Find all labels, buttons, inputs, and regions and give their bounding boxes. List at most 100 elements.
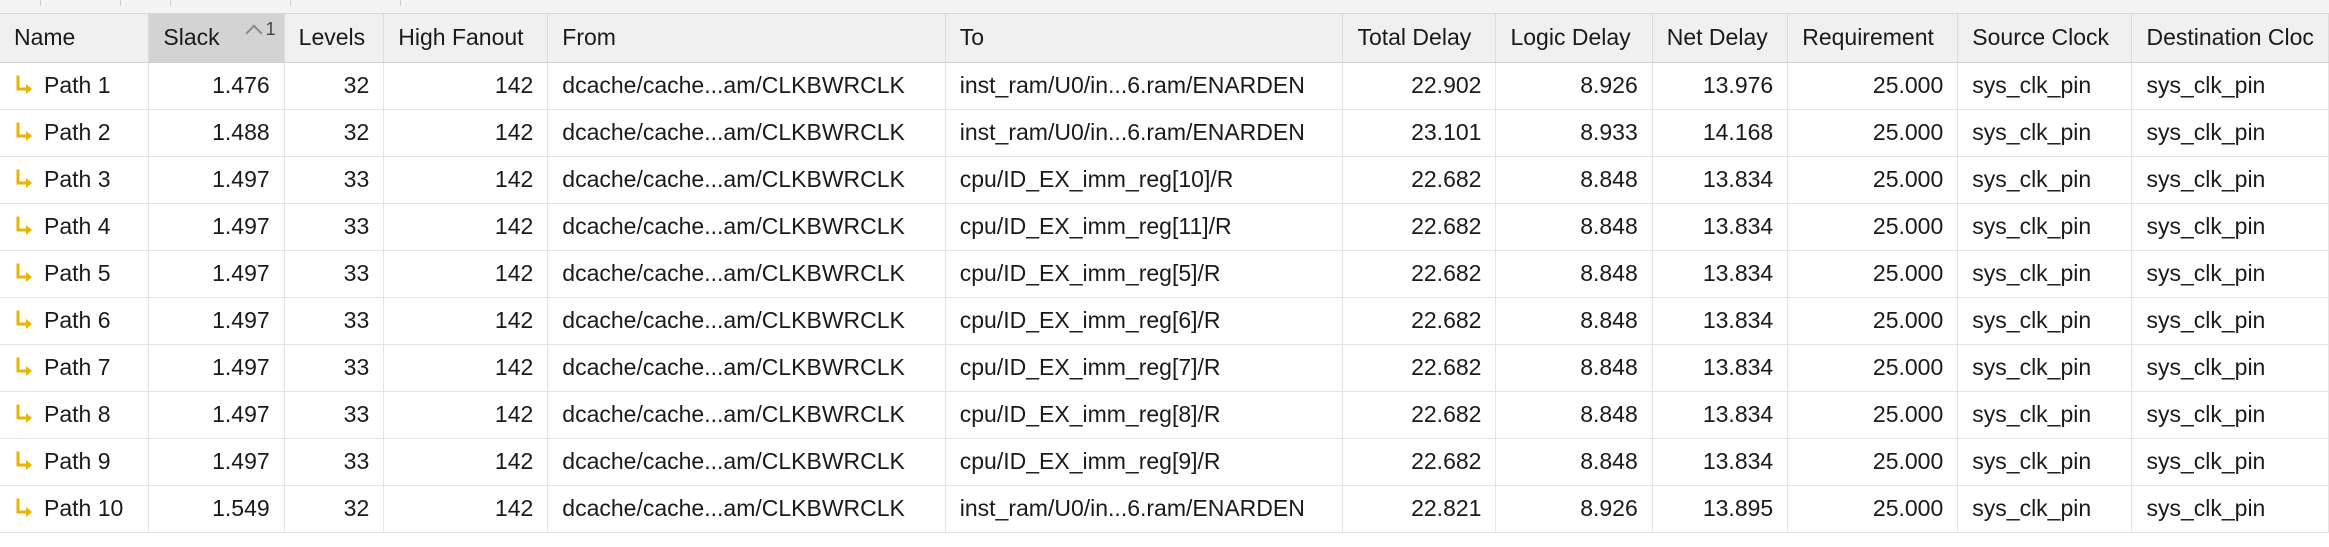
cell-levels: 32 (284, 485, 385, 533)
cell-high-fanout: 142 (383, 109, 549, 157)
column-header-slack[interactable]: Slack 1 (148, 14, 285, 63)
table-row[interactable]: Path 10 1.549 32 142 dcache/cache...am/CLKBW… (0, 485, 2329, 533)
cell-value: 142 (494, 307, 534, 333)
timing-path-arrow-icon (16, 310, 32, 329)
column-header-requirement[interactable]: Requirement (1787, 14, 1959, 63)
timing-path-arrow-icon (16, 216, 32, 235)
cell-value: 25.000 (1872, 166, 1944, 192)
cell-slack: 1.549 (148, 485, 285, 533)
cell-value: 8.848 (1580, 401, 1638, 427)
column-header-source-clock[interactable]: Source Clock (1957, 14, 2133, 63)
cell-source-clock: sys_clk_pin (1957, 485, 2133, 533)
table-row[interactable]: Path 3 1.497 33 142 dcache/cache...am/CLKBWR… (0, 156, 2329, 204)
cell-value: 1.488 (212, 119, 270, 145)
sort-ascending-caret-icon: 1 (245, 20, 276, 42)
column-header-levels[interactable]: Levels (284, 14, 385, 63)
cell-slack: 1.497 (148, 250, 285, 298)
cell-value: 1.497 (212, 166, 270, 192)
cell-to: inst_ram/U0/in...6.ram/ENARDEN (945, 485, 1344, 533)
timing-path-arrow-icon (16, 169, 32, 188)
column-header-label: Source Clock (1972, 24, 2110, 51)
cell-destination-clock: sys_clk_pin (2131, 485, 2329, 533)
cell-net-delay: 13.834 (1652, 438, 1789, 486)
cell-net-delay: 13.834 (1652, 203, 1789, 251)
cell-value: 1.497 (212, 213, 270, 239)
table-row[interactable]: Path 6 1.497 33 142 dcache/cache...am/CLKBWR… (0, 297, 2329, 345)
cell-destination-clock: sys_clk_pin (2131, 391, 2329, 439)
cell-value: sys_clk_pin (1972, 260, 2092, 286)
cell-slack: 1.497 (148, 391, 285, 439)
cell-from: dcache/cache...am/CLKBWRCLK (547, 391, 946, 439)
column-header-destination-clock[interactable]: Destination Cloc (2131, 14, 2329, 63)
column-header-from[interactable]: From (547, 14, 946, 63)
cell-value: 25.000 (1872, 448, 1944, 474)
cell-value: sys_clk_pin (1972, 307, 2092, 333)
cell-value: dcache/cache...am/CLKBWRCLK (562, 495, 905, 521)
timing-path-arrow-icon (16, 75, 32, 94)
cell-value: 8.848 (1580, 354, 1638, 380)
cell-value: 13.895 (1702, 495, 1774, 521)
cell-value: 1.497 (212, 354, 270, 380)
cell-net-delay: 13.834 (1652, 344, 1789, 392)
cell-value: 8.926 (1580, 495, 1638, 521)
cell-slack: 1.497 (148, 297, 285, 345)
cell-total-delay: 22.682 (1342, 156, 1497, 204)
cell-net-delay: 13.834 (1652, 156, 1789, 204)
cell-requirement: 25.000 (1787, 62, 1959, 110)
cell-value: 1.497 (212, 401, 270, 427)
cell-to: inst_ram/U0/in...6.ram/ENARDEN (945, 62, 1344, 110)
cell-value: 142 (494, 448, 534, 474)
cell-value: 8.848 (1580, 166, 1638, 192)
cell-from: dcache/cache...am/CLKBWRCLK (547, 344, 946, 392)
table-row[interactable]: Path 8 1.497 33 142 dcache/cache...am/CLKBWR… (0, 391, 2329, 439)
cell-name: Path 3 (0, 156, 150, 204)
column-header-to[interactable]: To (945, 14, 1344, 63)
table-row[interactable]: Path 2 1.488 32 142 dcache/cache...am/CLKBWR… (0, 109, 2329, 157)
timing-path-arrow-icon (16, 357, 32, 376)
cell-value: 13.834 (1702, 448, 1774, 474)
cell-high-fanout: 142 (383, 391, 549, 439)
cell-source-clock: sys_clk_pin (1957, 344, 2133, 392)
cell-value: cpu/ID_EX_imm_reg[6]/R (959, 307, 1221, 333)
cell-value: sys_clk_pin (2146, 119, 2266, 145)
cell-source-clock: sys_clk_pin (1957, 438, 2133, 486)
cell-value: 33 (343, 448, 370, 474)
table-row[interactable]: Path 5 1.497 33 142 dcache/cache...am/CLKBWR… (0, 250, 2329, 298)
cell-net-delay: 13.834 (1652, 297, 1789, 345)
cell-total-delay: 22.682 (1342, 391, 1497, 439)
timing-path-arrow-icon (16, 404, 32, 423)
tab-marker (40, 0, 121, 6)
cell-value: 32 (343, 495, 370, 521)
cell-value: 13.834 (1702, 260, 1774, 286)
cell-value: 25.000 (1872, 72, 1944, 98)
cell-high-fanout: 142 (383, 438, 549, 486)
cell-to: cpu/ID_EX_imm_reg[7]/R (945, 344, 1344, 392)
cell-value: Path 10 (44, 495, 124, 521)
column-header-logic-delay[interactable]: Logic Delay (1495, 14, 1653, 63)
cell-levels: 33 (284, 391, 385, 439)
table-row[interactable]: Path 7 1.497 33 142 dcache/cache...am/CLKBWR… (0, 344, 2329, 392)
cell-value: 142 (494, 401, 534, 427)
cell-destination-clock: sys_clk_pin (2131, 156, 2329, 204)
cell-total-delay: 22.682 (1342, 297, 1497, 345)
cell-total-delay: 22.682 (1342, 438, 1497, 486)
cell-slack: 1.497 (148, 438, 285, 486)
cell-logic-delay: 8.848 (1495, 203, 1653, 251)
table-row[interactable]: Path 4 1.497 33 142 dcache/cache...am/CLKBWR… (0, 203, 2329, 251)
column-header-net-delay[interactable]: Net Delay (1652, 14, 1789, 63)
column-header-high-fanout[interactable]: High Fanout (383, 14, 549, 63)
column-header-name[interactable]: Name (0, 14, 150, 63)
cell-from: dcache/cache...am/CLKBWRCLK (547, 485, 946, 533)
cell-value: sys_clk_pin (1972, 401, 2092, 427)
cell-destination-clock: sys_clk_pin (2131, 344, 2329, 392)
cell-value: Path 9 (44, 448, 111, 474)
timing-path-arrow-icon (16, 451, 32, 470)
table-row[interactable]: Path 1 1.476 32 142 dcache/cache...am/CLKBWR… (0, 62, 2329, 110)
tab-marker (290, 0, 401, 6)
cell-value: dcache/cache...am/CLKBWRCLK (562, 260, 905, 286)
cell-requirement: 25.000 (1787, 391, 1959, 439)
cell-source-clock: sys_clk_pin (1957, 250, 2133, 298)
column-header-total-delay[interactable]: Total Delay (1342, 14, 1497, 63)
table-row[interactable]: Path 9 1.497 33 142 dcache/cache...am/CLKBWR… (0, 438, 2329, 486)
cell-value: 8.848 (1580, 260, 1638, 286)
